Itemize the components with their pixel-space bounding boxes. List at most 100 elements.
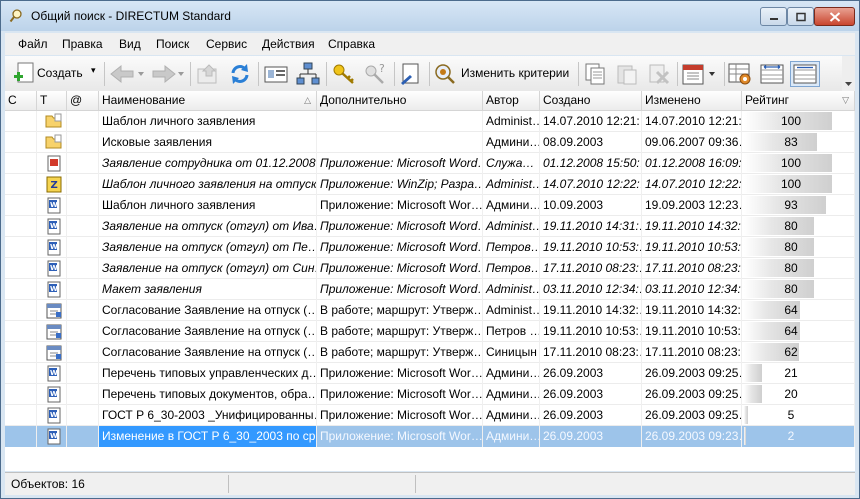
cell-rating: 100 bbox=[742, 153, 855, 174]
minimize-button[interactable] bbox=[760, 7, 787, 26]
col-header-status[interactable]: С bbox=[5, 91, 37, 110]
table-row[interactable]: W Макет заявления Приложение: Microsoft Wo… bbox=[5, 279, 855, 300]
table-row[interactable]: Шаблон личного заявления Administ… 14.07.2… bbox=[5, 111, 855, 132]
cell-extra: В работе; маршрут: Утверж… bbox=[317, 321, 483, 342]
calendar-icon bbox=[682, 64, 715, 85]
table-row[interactable]: W Заявление на отпуск (отгул) от Син… Прил… bbox=[5, 258, 855, 279]
up-folder-button[interactable] bbox=[195, 61, 223, 87]
col-header-type[interactable]: Т bbox=[37, 91, 67, 110]
cell-rating: 80 bbox=[742, 258, 855, 279]
app-window: Общий поиск - DIRECTUM Standard Файл Пра… bbox=[0, 0, 860, 499]
table-row[interactable]: W Перечень типовых управленческих д… Прило… bbox=[5, 363, 855, 384]
table-row[interactable]: W Шаблон личного заявления Приложение: Mic… bbox=[5, 195, 855, 216]
cell-status bbox=[5, 405, 37, 426]
cell-status bbox=[5, 363, 37, 384]
maximize-button[interactable] bbox=[787, 7, 814, 26]
cell-rating: 100 bbox=[742, 111, 855, 132]
menu-service[interactable]: Сервис bbox=[206, 37, 247, 51]
cell-author: Петров … bbox=[483, 321, 540, 342]
word-doc-icon: W bbox=[45, 407, 63, 426]
cell-status bbox=[5, 342, 37, 363]
col-header-author[interactable]: Автор bbox=[483, 91, 540, 110]
key-help-button[interactable]: ? bbox=[363, 61, 391, 87]
svg-text:W: W bbox=[50, 390, 58, 398]
cell-type: W bbox=[37, 258, 67, 279]
cell-created: 17.11.2010 08:23:… bbox=[540, 342, 642, 363]
table-row[interactable]: W ГОСТ Р 6_30-2003 _Унифицированны… Прилож… bbox=[5, 405, 855, 426]
cell-status bbox=[5, 384, 37, 405]
sign-button[interactable] bbox=[398, 61, 426, 87]
svg-text:W: W bbox=[50, 201, 58, 209]
back-button[interactable] bbox=[109, 61, 147, 87]
cell-name: Шаблон личного заявления bbox=[99, 111, 317, 132]
cell-type bbox=[37, 321, 67, 342]
delete-button[interactable] bbox=[646, 61, 674, 87]
chevron-down-icon[interactable]: ▾ bbox=[91, 65, 96, 76]
change-criteria-button[interactable]: Изменить критерии bbox=[433, 61, 575, 87]
cell-email bbox=[67, 258, 99, 279]
hierarchy-icon bbox=[296, 62, 320, 85]
col-header-rating[interactable]: Рейтинг ▽ bbox=[742, 91, 855, 110]
toolbar-overflow[interactable] bbox=[842, 56, 855, 92]
table-row[interactable]: Заявление сотрудника от 01.12.2008… Прило… bbox=[5, 153, 855, 174]
cell-rating: 21 bbox=[742, 363, 855, 384]
col-header-created[interactable]: Создано bbox=[540, 91, 642, 110]
menu-actions[interactable]: Действия bbox=[262, 37, 315, 51]
rating-value: 21 bbox=[784, 366, 798, 380]
menu-edit[interactable]: Правка bbox=[62, 37, 103, 51]
rating-value: 83 bbox=[784, 135, 798, 149]
table-row[interactable]: Согласование Заявление на отпуск (… В раб… bbox=[5, 342, 855, 363]
cell-type: W bbox=[37, 405, 67, 426]
chevron-down-icon bbox=[845, 82, 852, 86]
grid-view-button[interactable] bbox=[790, 61, 820, 87]
new-document-icon bbox=[14, 62, 34, 83]
paste-button[interactable] bbox=[614, 61, 642, 87]
col-header-email[interactable]: @ bbox=[67, 91, 99, 110]
table-row[interactable]: W Заявление на отпуск (отгул) от Ива… Прил… bbox=[5, 216, 855, 237]
col-header-extra[interactable]: Дополнительно bbox=[317, 91, 483, 110]
rating-value: 64 bbox=[784, 303, 798, 317]
folder-icon bbox=[45, 134, 63, 153]
cell-name: Заявление на отпуск (отгул) от Син… bbox=[99, 258, 317, 279]
cell-extra: Приложение: Microsoft Wor… bbox=[317, 405, 483, 426]
table-row[interactable]: W Заявление на отпуск (отгул) от Пе… Прило… bbox=[5, 237, 855, 258]
create-label: Создать bbox=[37, 66, 83, 80]
search-icon bbox=[9, 9, 22, 23]
create-button[interactable]: Создать ▾ bbox=[13, 61, 101, 87]
refresh-button[interactable] bbox=[227, 61, 255, 87]
arrow-left-icon bbox=[110, 64, 144, 84]
table-row[interactable]: W Перечень типовых документов, обра… Прило… bbox=[5, 384, 855, 405]
card-button[interactable] bbox=[263, 61, 291, 87]
cell-modified: 19.11.2010 14:32:… bbox=[642, 300, 742, 321]
rating-value: 80 bbox=[784, 240, 798, 254]
settings-button[interactable] bbox=[727, 61, 755, 87]
table-row[interactable]: Исковые заявления Админи… 08.09.2003 09.06.… bbox=[5, 132, 855, 153]
menu-search[interactable]: Поиск bbox=[156, 37, 189, 51]
forward-button[interactable] bbox=[149, 61, 187, 87]
copy-button[interactable] bbox=[582, 61, 610, 87]
menu-bar: Файл Правка Вид Поиск Сервис Действия Сп… bbox=[5, 33, 855, 55]
col-header-name[interactable]: Наименование △ bbox=[99, 91, 317, 110]
cell-rating: 100 bbox=[742, 174, 855, 195]
close-button[interactable] bbox=[814, 7, 855, 26]
structure-button[interactable] bbox=[295, 61, 323, 87]
signature-icon bbox=[401, 63, 419, 85]
menu-file[interactable]: Файл bbox=[18, 37, 48, 51]
columns-button[interactable] bbox=[759, 61, 787, 87]
cell-created: 19.11.2010 10:53:… bbox=[540, 321, 642, 342]
refresh-icon bbox=[231, 64, 249, 84]
table-row[interactable]: W Изменение в ГОСТ Р 6_30_2003 по ср… Прил… bbox=[5, 426, 855, 447]
table-row[interactable]: Согласование Заявление на отпуск (… В раб… bbox=[5, 321, 855, 342]
access-rights-button[interactable] bbox=[331, 61, 359, 87]
word-doc-icon: W bbox=[45, 386, 63, 405]
menu-help[interactable]: Справка bbox=[328, 37, 375, 51]
table-row[interactable]: Согласование Заявление на отпуск (… В раб… bbox=[5, 300, 855, 321]
cell-author: Служа… bbox=[483, 153, 540, 174]
menu-view[interactable]: Вид bbox=[119, 37, 141, 51]
table-row[interactable]: Z Шаблон личного заявления на отпуск Прило… bbox=[5, 174, 855, 195]
cell-extra: Приложение: Microsoft Word… bbox=[317, 153, 483, 174]
cell-type bbox=[37, 300, 67, 321]
col-header-modified[interactable]: Изменено bbox=[642, 91, 742, 110]
calendar-button[interactable] bbox=[681, 61, 721, 87]
cell-status bbox=[5, 426, 37, 447]
